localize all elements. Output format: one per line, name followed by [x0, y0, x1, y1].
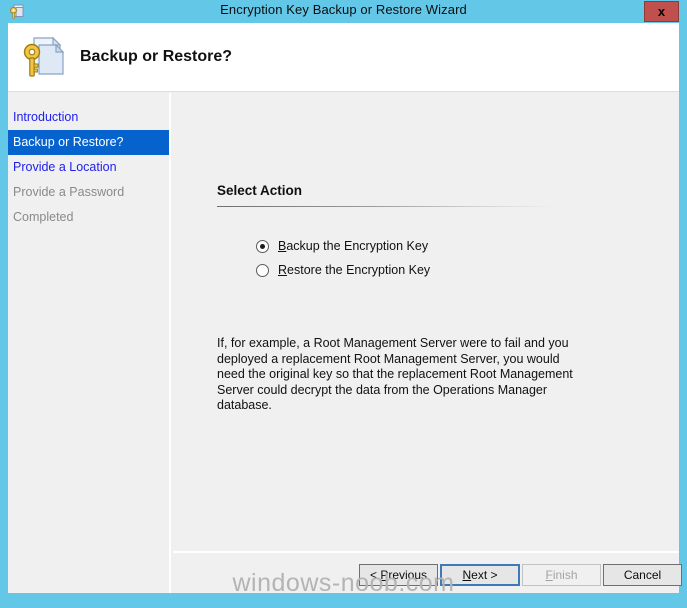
- window-title: Encryption Key Backup or Restore Wizard: [220, 2, 467, 17]
- window-body: Backup or Restore? Introduction Backup o…: [8, 23, 682, 593]
- cancel-button[interactable]: Cancel: [603, 564, 682, 586]
- radio-restore-text: estore the Encryption Key: [287, 263, 431, 277]
- sidebar-item-backup-or-restore[interactable]: Backup or Restore?: [8, 130, 169, 155]
- section-divider: [217, 206, 556, 207]
- next-text: ext >: [471, 568, 498, 582]
- wizard-header: Backup or Restore?: [8, 23, 679, 92]
- sidebar-item-completed: Completed: [13, 210, 74, 224]
- wizard-window: Encryption Key Backup or Restore Wizard …: [0, 0, 687, 608]
- radio-restore-label: Restore the Encryption Key: [278, 263, 430, 277]
- finish-button: Finish: [522, 564, 601, 586]
- sidebar-top-spacer: [8, 93, 169, 105]
- sidebar-item-provide-a-password: Provide a Password: [13, 185, 125, 199]
- radio-backup-label: Backup the Encryption Key: [278, 239, 428, 253]
- radio-restore-accelerator: R: [278, 263, 288, 277]
- previous-text: revious: [388, 568, 428, 582]
- radio-backup-text: ackup the Encryption Key: [286, 239, 429, 253]
- button-bar: < Previous Next > Finish Cancel: [173, 553, 682, 593]
- radio-option-backup[interactable]: Backup the Encryption Key: [256, 239, 428, 253]
- page-title: Backup or Restore?: [80, 48, 233, 65]
- description-text: If, for example, a Root Management Serve…: [217, 336, 573, 412]
- radio-option-restore[interactable]: Restore the Encryption Key: [256, 263, 430, 277]
- sidebar-item-provide-a-location[interactable]: Provide a Location: [8, 155, 169, 180]
- content-pane: Select Action Backup the Encryption Key …: [173, 93, 679, 553]
- next-accelerator: N: [462, 568, 472, 582]
- previous-button[interactable]: < Previous: [359, 564, 438, 586]
- title-bar: Encryption Key Backup or Restore Wizard …: [0, 0, 687, 23]
- key-document-large-icon: [20, 34, 68, 82]
- close-icon[interactable]: x: [644, 1, 679, 22]
- radio-restore-indicator[interactable]: [256, 263, 269, 277]
- finish-accelerator: F: [545, 568, 553, 582]
- finish-text: inish: [552, 568, 578, 582]
- previous-prefix: <: [369, 568, 381, 582]
- wizard-steps-sidebar: Introduction Backup or Restore? Provide …: [8, 93, 171, 593]
- radio-backup-indicator[interactable]: [256, 239, 269, 253]
- sidebar-item-introduction[interactable]: Introduction: [8, 105, 169, 130]
- section-heading: Select Action: [217, 183, 303, 198]
- next-button[interactable]: Next >: [440, 564, 520, 586]
